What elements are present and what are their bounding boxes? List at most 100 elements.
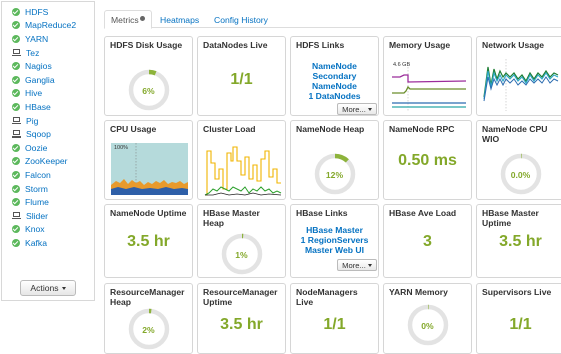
- hbase-master-link[interactable]: HBase Master: [291, 225, 378, 235]
- namenode-link[interactable]: NameNode: [291, 61, 378, 71]
- hdfs-disk-usage-value: 6%: [142, 86, 155, 96]
- tab-heatmaps[interactable]: Heatmaps: [154, 10, 205, 29]
- sidebar-item-label: Oozie: [25, 142, 48, 153]
- tab-config-history[interactable]: Config History: [208, 10, 274, 29]
- chevron-down-icon: [367, 263, 372, 267]
- widget-title: ResourceManager Uptime: [203, 287, 278, 307]
- sidebar-item-storm[interactable]: Storm: [2, 182, 94, 196]
- widget-title: HDFS Disk Usage: [110, 40, 183, 50]
- widget-hbase-links[interactable]: HBase Links HBase Master 1 RegionServers…: [290, 204, 379, 278]
- cluster-load-chart: [204, 146, 282, 196]
- more-button[interactable]: More...: [337, 259, 377, 271]
- widget-network-usage[interactable]: Network Usage: [476, 36, 561, 116]
- widget-title: NameNode Uptime: [110, 208, 187, 218]
- widget-namenode-rpc[interactable]: NameNode RPC 0.50 ms: [383, 120, 472, 200]
- status-ok-icon: [12, 62, 20, 71]
- master-web-ui-link[interactable]: Master Web UI: [291, 245, 378, 255]
- datanodes-live-value: 1/1: [230, 71, 253, 88]
- sidebar-item-sqoop[interactable]: Sqoop: [2, 127, 94, 141]
- sidebar-item-hdfs[interactable]: HDFS: [2, 5, 94, 19]
- sidebar-item-ganglia[interactable]: Ganglia: [2, 73, 94, 87]
- widget-title: HBase Ave Load: [389, 208, 457, 218]
- widget-title: Cluster Load: [203, 124, 256, 134]
- sidebar-item-label: Pig: [26, 115, 39, 126]
- status-ok-icon: [12, 34, 20, 43]
- status-ok-icon: [12, 89, 20, 98]
- widget-hbase-master-uptime[interactable]: HBase Master Uptime 3.5 hr: [476, 204, 561, 278]
- gear-icon[interactable]: [139, 16, 145, 21]
- widget-cpu-usage[interactable]: CPU Usage 100%: [104, 120, 193, 200]
- widget-yarn-memory[interactable]: YARN Memory 0%: [383, 283, 472, 354]
- sidebar-item-knox[interactable]: Knox: [2, 223, 94, 237]
- widget-nodemanagers-live[interactable]: NodeManagers Live 1/1: [290, 283, 379, 354]
- namenode-heap-value: 12%: [325, 170, 344, 180]
- widget-cluster-load[interactable]: Cluster Load: [197, 120, 286, 200]
- widget-hbase-master-heap[interactable]: HBase Master Heap 1%: [197, 204, 286, 278]
- widget-title: Memory Usage: [389, 40, 451, 50]
- widget-resourcemanager-uptime[interactable]: ResourceManager Uptime 3.5 hr: [197, 283, 286, 354]
- sidebar-item-pig[interactable]: Pig: [2, 114, 94, 128]
- tab-metrics-label: Metrics: [111, 14, 139, 25]
- sidebar-item-mapreduce2[interactable]: MapReduce2: [2, 19, 94, 33]
- more-label: More...: [342, 260, 366, 270]
- actions-button[interactable]: Actions: [20, 280, 76, 296]
- resourcemanager-uptime-value: 3.5 hr: [220, 316, 263, 333]
- widget-memory-usage[interactable]: Memory Usage 4.6 GB: [383, 36, 472, 116]
- secondary-namenode-link[interactable]: Secondary NameNode: [291, 71, 378, 91]
- sidebar-item-hive[interactable]: Hive: [2, 87, 94, 101]
- regionservers-link[interactable]: 1 RegionServers: [291, 235, 378, 245]
- sidebar-item-kafka[interactable]: Kafka: [2, 236, 94, 250]
- hbase-ave-load-value: 3: [423, 233, 432, 250]
- widget-namenode-heap[interactable]: NameNode Heap 12%: [290, 120, 379, 200]
- chevron-down-icon: [367, 107, 372, 111]
- sidebar-item-nagios[interactable]: Nagios: [2, 59, 94, 73]
- widget-hbase-ave-load[interactable]: HBase Ave Load 3: [383, 204, 472, 278]
- status-ok-icon: [12, 184, 20, 193]
- status-ok-icon: [12, 143, 20, 152]
- more-label: More...: [342, 104, 366, 114]
- sidebar-item-flume[interactable]: Flume: [2, 195, 94, 209]
- tab-metrics[interactable]: Metrics: [104, 10, 152, 29]
- dashboard-tabs: Metrics Heatmaps Config History: [104, 10, 561, 29]
- client-laptop-icon: [12, 130, 21, 138]
- widget-datanodes-live[interactable]: DataNodes Live 1/1: [197, 36, 286, 116]
- status-ok-icon: [12, 225, 20, 234]
- sidebar-item-yarn[interactable]: YARN: [2, 32, 94, 46]
- namenode-cpu-wio-value: 0.0%: [510, 170, 531, 180]
- widget-title: CPU Usage: [110, 124, 157, 134]
- widget-hdfs-disk-usage[interactable]: HDFS Disk Usage 6%: [104, 36, 193, 116]
- sidebar-item-slider[interactable]: Slider: [2, 209, 94, 223]
- widget-title: ResourceManager Heap: [110, 287, 185, 307]
- client-laptop-icon: [12, 116, 21, 125]
- sidebar-item-label: Hive: [25, 88, 43, 99]
- sidebar-item-label: Flume: [25, 197, 49, 208]
- widget-resourcemanager-heap[interactable]: ResourceManager Heap 2%: [104, 283, 193, 354]
- sidebar-item-hbase[interactable]: HBase: [2, 100, 94, 114]
- sidebar-item-label: Falcon: [25, 169, 51, 180]
- status-ok-icon: [12, 198, 20, 207]
- service-sidebar: HDFS MapReduce2 YARN Tez Nagios Ganglia Hive HB…: [1, 1, 95, 301]
- sidebar-item-label: ZooKeeper: [25, 156, 68, 167]
- widget-hdfs-links[interactable]: HDFS Links NameNode Secondary NameNode 1…: [290, 36, 379, 116]
- sidebar-item-label: Storm: [25, 183, 48, 194]
- widget-supervisors-live[interactable]: Supervisors Live 1/1: [476, 283, 561, 354]
- status-ok-icon: [12, 7, 20, 16]
- sidebar-item-zookeeper[interactable]: ZooKeeper: [2, 155, 94, 169]
- namenode-uptime-value: 3.5 hr: [127, 233, 170, 250]
- sidebar-item-falcon[interactable]: Falcon: [2, 168, 94, 182]
- widget-title: DataNodes Live: [203, 40, 268, 50]
- datanodes-link[interactable]: 1 DataNodes: [291, 91, 378, 101]
- sidebar-item-tez[interactable]: Tez: [2, 46, 94, 60]
- resourcemanager-heap-value: 2%: [142, 325, 155, 335]
- more-button[interactable]: More...: [337, 103, 377, 115]
- widget-namenode-cpu-wio[interactable]: NameNode CPU WIO 0.0%: [476, 120, 561, 200]
- sidebar-item-label: YARN: [25, 33, 49, 44]
- widget-title: NameNode Heap: [296, 124, 365, 134]
- sidebar-item-label: MapReduce2: [25, 20, 77, 31]
- sidebar-item-label: Sqoop: [26, 129, 51, 140]
- sidebar-item-label: Tez: [26, 47, 40, 58]
- widget-title: Supervisors Live: [482, 287, 552, 297]
- sidebar-item-label: Knox: [25, 224, 45, 235]
- widget-namenode-uptime[interactable]: NameNode Uptime 3.5 hr: [104, 204, 193, 278]
- sidebar-item-oozie[interactable]: Oozie: [2, 141, 94, 155]
